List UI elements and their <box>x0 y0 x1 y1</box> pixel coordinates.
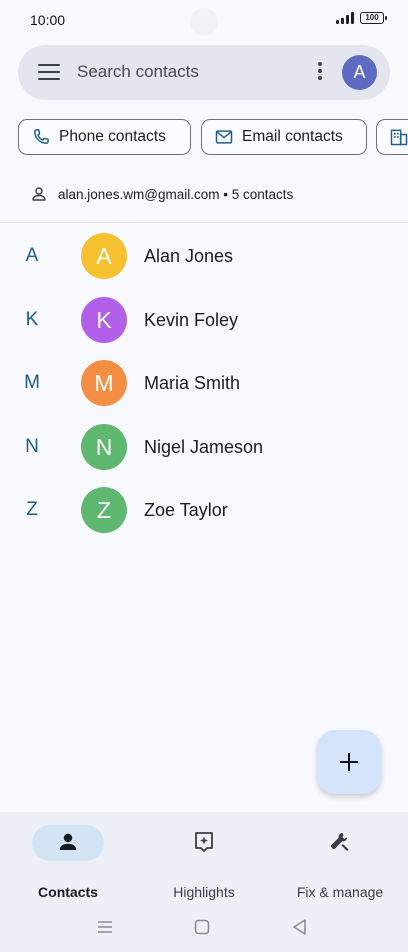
add-contact-button[interactable] <box>317 730 381 794</box>
section-letter: Z <box>26 499 38 520</box>
contact-avatar: M <box>81 360 127 406</box>
contact-list: A A Alan Jones K K Kevin Foley M M Maria… <box>0 225 408 543</box>
camera-cutout <box>190 8 218 36</box>
chip-label: Email contacts <box>242 128 343 145</box>
person-icon <box>59 833 77 850</box>
nav-item-highlights[interactable]: Highlights <box>136 824 272 900</box>
filter-chips: Phone contacts Email contacts <box>18 119 408 155</box>
contact-row[interactable]: K K Kevin Foley <box>0 289 408 353</box>
nav-label: Fix & manage <box>296 884 384 900</box>
nav-label: Highlights <box>173 884 235 900</box>
nav-label: Contacts <box>38 884 98 900</box>
back-icon[interactable] <box>288 915 312 939</box>
signal-icon <box>336 12 354 24</box>
wrench-icon <box>330 833 349 851</box>
recents-icon[interactable] <box>93 915 117 939</box>
search-bar[interactable]: Search contacts A <box>18 45 390 100</box>
account-avatar[interactable]: A <box>342 55 377 90</box>
contact-row[interactable]: N N Nigel Jameson <box>0 416 408 480</box>
nav-item-fix-manage[interactable]: Fix & manage <box>272 824 408 900</box>
contact-name: Kevin Foley <box>144 309 239 330</box>
contact-avatar: N <box>81 423 127 470</box>
chip-email-contacts[interactable]: Email contacts <box>201 119 367 155</box>
home-icon[interactable] <box>190 915 214 939</box>
section-letter: M <box>24 372 40 393</box>
contact-avatar: Z <box>81 487 127 533</box>
contact-name: Alan Jones <box>144 246 234 266</box>
divider <box>0 222 408 223</box>
section-letter: K <box>25 308 39 330</box>
chip-phone-contacts[interactable]: Phone contacts <box>18 119 191 155</box>
contact-avatar: A <box>81 233 127 279</box>
menu-icon[interactable] <box>38 64 60 80</box>
contact-row[interactable]: Z Z Zoe Taylor <box>0 479 408 543</box>
battery-icon: 100 <box>360 12 387 24</box>
chip-label: Phone contacts <box>59 128 166 145</box>
highlights-icon <box>195 832 213 852</box>
person-outline-icon <box>32 187 46 201</box>
building-icon <box>390 129 408 146</box>
section-letter: A <box>25 245 39 266</box>
account-summary-text: alan.jones.wm@gmail.com • 5 contacts <box>58 186 294 202</box>
contact-name: Nigel Jameson <box>144 436 264 457</box>
contact-row[interactable]: M M Maria Smith <box>0 352 408 416</box>
nav-item-contacts[interactable]: Contacts <box>0 824 136 900</box>
chip-organization[interactable] <box>376 119 408 155</box>
section-letter: N <box>25 435 39 457</box>
system-navigation <box>0 905 408 949</box>
email-icon <box>215 130 233 144</box>
status-bar: 10:00 100 <box>0 0 408 40</box>
account-summary[interactable]: alan.jones.wm@gmail.com • 5 contacts <box>30 184 293 204</box>
status-icons: 100 <box>336 12 387 24</box>
contact-name: Maria Smith <box>144 373 241 393</box>
contact-row[interactable]: A A Alan Jones <box>0 225 408 289</box>
status-time: 10:00 <box>30 12 66 28</box>
phone-icon <box>34 129 49 144</box>
contact-avatar: K <box>81 296 127 343</box>
search-input[interactable]: Search contacts <box>77 62 199 82</box>
contact-name: Zoe Taylor <box>144 500 228 520</box>
more-options-icon[interactable] <box>316 62 324 82</box>
